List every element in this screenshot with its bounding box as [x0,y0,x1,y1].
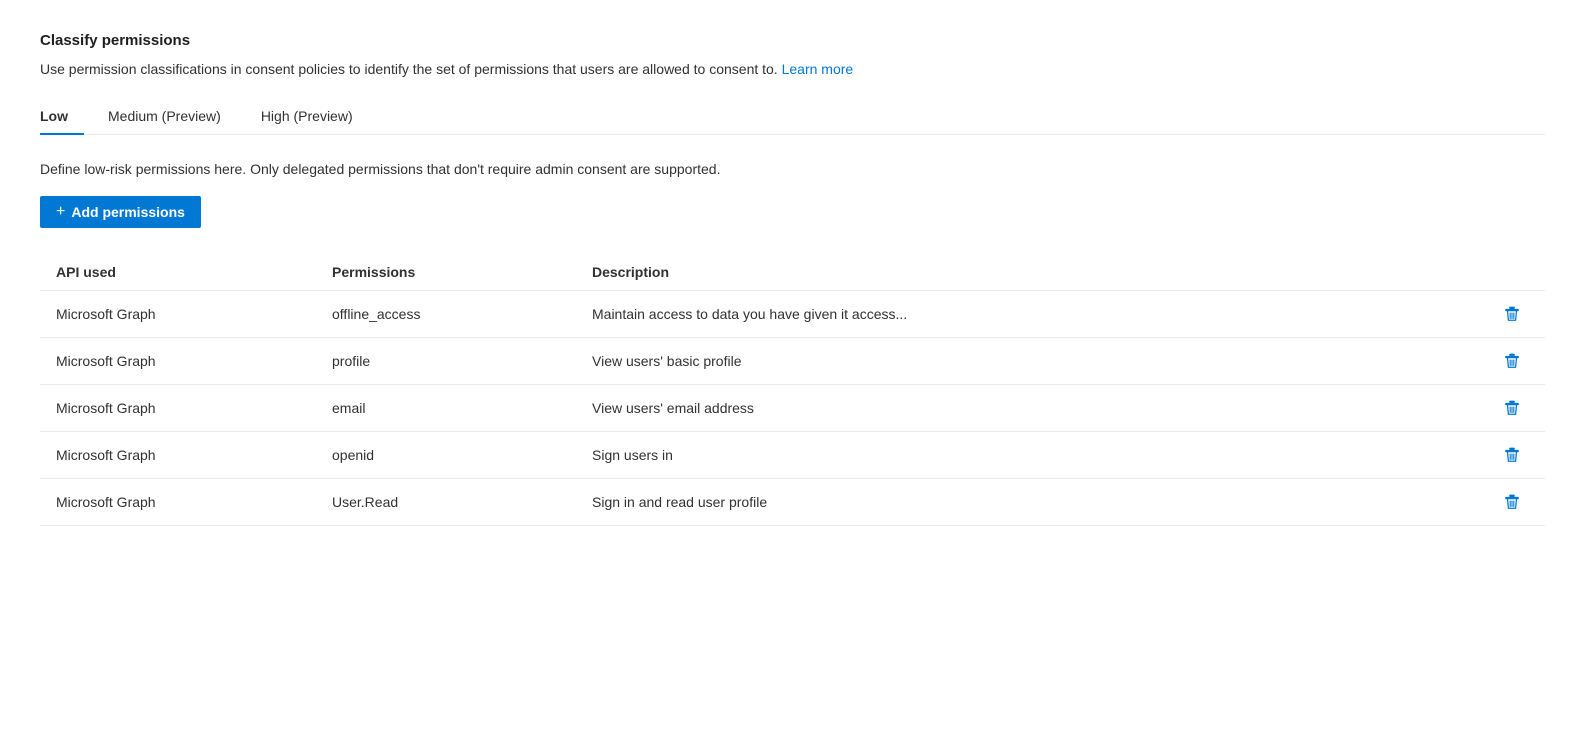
cell-permission: offline_access [320,291,580,338]
cell-api: Microsoft Graph [40,432,320,479]
col-header-api: API used [40,256,320,291]
learn-more-link[interactable]: Learn more [782,61,854,77]
tab-low[interactable]: Low [40,100,84,134]
delete-button[interactable] [1499,442,1525,468]
table-row: Microsoft GraphemailView users' email ad… [40,385,1545,432]
table-row: Microsoft GraphopenidSign users in [40,432,1545,479]
col-header-description: Description [580,256,1485,291]
delete-button[interactable] [1499,301,1525,327]
tab-content: Define low-risk permissions here. Only d… [40,135,1545,526]
trash-icon [1503,446,1521,464]
cell-action [1485,432,1545,479]
cell-api: Microsoft Graph [40,385,320,432]
tab-high[interactable]: High (Preview) [261,100,369,134]
table-row: Microsoft GraphUser.ReadSign in and read… [40,479,1545,526]
delete-button[interactable] [1499,348,1525,374]
delete-button[interactable] [1499,395,1525,421]
cell-action [1485,479,1545,526]
page-description: Use permission classifications in consen… [40,59,1545,80]
cell-permission: openid [320,432,580,479]
add-permissions-label: Add permissions [71,204,185,220]
cell-permission: email [320,385,580,432]
cell-description: Sign users in [580,432,1485,479]
table-row: Microsoft Graphoffline_accessMaintain ac… [40,291,1545,338]
cell-permission: profile [320,338,580,385]
cell-description: View users' basic profile [580,338,1485,385]
cell-action [1485,291,1545,338]
sub-description: Define low-risk permissions here. Only d… [40,159,1545,180]
add-permissions-button[interactable]: + Add permissions [40,196,201,228]
trash-icon [1503,493,1521,511]
table-row: Microsoft GraphprofileView users' basic … [40,338,1545,385]
permissions-table: API used Permissions Description Microso… [40,256,1545,526]
tabs-container: Low Medium (Preview) High (Preview) [40,100,1545,135]
col-header-permissions: Permissions [320,256,580,291]
cell-action [1485,385,1545,432]
cell-api: Microsoft Graph [40,291,320,338]
cell-action [1485,338,1545,385]
cell-api: Microsoft Graph [40,479,320,526]
trash-icon [1503,352,1521,370]
col-header-actions [1485,256,1545,291]
trash-icon [1503,305,1521,323]
delete-button[interactable] [1499,489,1525,515]
cell-api: Microsoft Graph [40,338,320,385]
plus-icon: + [56,204,65,220]
cell-permission: User.Read [320,479,580,526]
page-title: Classify permissions [40,32,1545,49]
cell-description: Maintain access to data you have given i… [580,291,1485,338]
cell-description: View users' email address [580,385,1485,432]
tab-medium[interactable]: Medium (Preview) [108,100,237,134]
table-header-row: API used Permissions Description [40,256,1545,291]
cell-description: Sign in and read user profile [580,479,1485,526]
trash-icon [1503,399,1521,417]
